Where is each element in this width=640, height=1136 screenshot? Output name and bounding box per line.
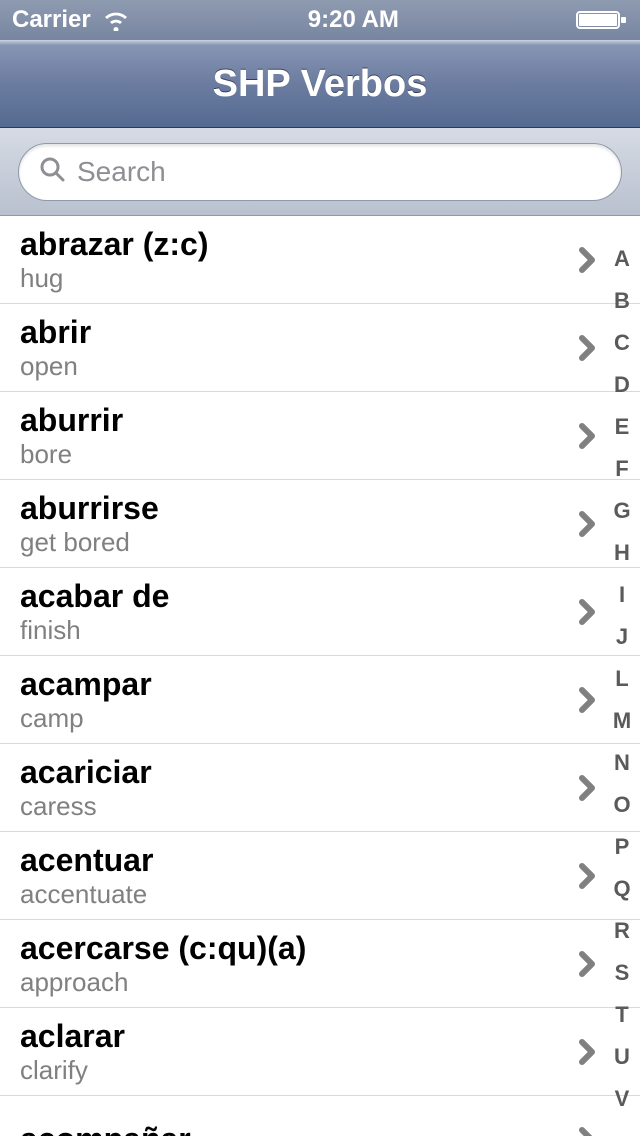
verb-title: acariciar: [20, 755, 560, 790]
verb-subtitle: clarify: [20, 1056, 560, 1085]
row-text: abriropen: [20, 315, 560, 381]
verb-subtitle: caress: [20, 792, 560, 821]
verb-subtitle: accentuate: [20, 880, 560, 909]
list-item[interactable]: acabar definish: [0, 568, 640, 656]
chevron-right-icon: [578, 422, 598, 450]
index-letter[interactable]: A: [604, 238, 640, 280]
list-item[interactable]: aburrirbore: [0, 392, 640, 480]
verb-title: acabar de: [20, 579, 560, 614]
list-item[interactable]: acariciarcaress: [0, 744, 640, 832]
chevron-right-icon: [578, 862, 598, 890]
verb-subtitle: open: [20, 352, 560, 381]
verb-subtitle: finish: [20, 616, 560, 645]
row-text: acentuaraccentuate: [20, 843, 560, 909]
verb-title: aburrir: [20, 403, 560, 438]
chevron-right-icon: [578, 246, 598, 274]
verb-subtitle: get bored: [20, 528, 560, 557]
status-right: [576, 9, 628, 31]
list-item[interactable]: acercarse (c:qu)(a)approach: [0, 920, 640, 1008]
index-letter[interactable]: J: [604, 616, 640, 658]
status-left: Carrier: [12, 6, 131, 34]
chevron-right-icon: [578, 510, 598, 538]
verb-subtitle: camp: [20, 704, 560, 733]
chevron-right-icon: [578, 334, 598, 362]
chevron-right-icon: [578, 774, 598, 802]
row-text: acabar definish: [20, 579, 560, 645]
chevron-right-icon: [578, 1038, 598, 1066]
index-letter[interactable]: F: [604, 448, 640, 490]
verb-subtitle: hug: [20, 264, 560, 293]
index-letter[interactable]: L: [604, 658, 640, 700]
row-text: acercarse (c:qu)(a)approach: [20, 931, 560, 997]
verb-title: aclarar: [20, 1019, 560, 1054]
verb-title: aburrirse: [20, 491, 560, 526]
row-text: aclararclarify: [20, 1019, 560, 1085]
row-text: aburrirseget bored: [20, 491, 560, 557]
chevron-right-icon: [578, 598, 598, 626]
section-index[interactable]: ABCDEFGHIJLMNOPQRSTUV: [604, 216, 640, 1136]
index-letter[interactable]: M: [604, 700, 640, 742]
status-time: 9:20 AM: [308, 6, 399, 34]
index-letter[interactable]: R: [604, 910, 640, 952]
verb-title: acompañar: [20, 1122, 560, 1136]
index-letter[interactable]: Q: [604, 868, 640, 910]
index-letter[interactable]: V: [604, 1078, 640, 1120]
search-input[interactable]: [77, 156, 601, 188]
index-letter[interactable]: D: [604, 364, 640, 406]
verb-title: acampar: [20, 667, 560, 702]
index-letter[interactable]: T: [604, 994, 640, 1036]
index-letter[interactable]: B: [604, 280, 640, 322]
row-text: acompañar: [20, 1122, 560, 1136]
index-letter[interactable]: E: [604, 406, 640, 448]
list-item[interactable]: aclararclarify: [0, 1008, 640, 1096]
wifi-icon: [101, 9, 131, 31]
chevron-right-icon: [578, 686, 598, 714]
list-item[interactable]: acentuaraccentuate: [0, 832, 640, 920]
index-letter[interactable]: G: [604, 490, 640, 532]
index-letter[interactable]: I: [604, 574, 640, 616]
navigation-bar: SHP Verbos: [0, 40, 640, 128]
row-text: acamparcamp: [20, 667, 560, 733]
battery-icon: [576, 9, 628, 31]
row-text: acariciarcaress: [20, 755, 560, 821]
verb-title: abrazar (z:c): [20, 227, 560, 262]
list-item[interactable]: acamparcamp: [0, 656, 640, 744]
row-text: aburrirbore: [20, 403, 560, 469]
list-item[interactable]: abrazar (z:c)hug: [0, 216, 640, 304]
verb-title: acercarse (c:qu)(a): [20, 931, 560, 966]
list-item[interactable]: abriropen: [0, 304, 640, 392]
verb-subtitle: approach: [20, 968, 560, 997]
list-item[interactable]: aburrirseget bored: [0, 480, 640, 568]
carrier-label: Carrier: [12, 6, 91, 34]
index-letter[interactable]: U: [604, 1036, 640, 1078]
search-icon: [39, 156, 65, 187]
index-letter[interactable]: C: [604, 322, 640, 364]
verb-title: abrir: [20, 315, 560, 350]
chevron-right-icon: [578, 1126, 598, 1136]
verb-subtitle: bore: [20, 440, 560, 469]
row-text: abrazar (z:c)hug: [20, 227, 560, 293]
search-bar: [0, 128, 640, 216]
index-letter[interactable]: P: [604, 826, 640, 868]
chevron-right-icon: [578, 950, 598, 978]
index-letter[interactable]: H: [604, 532, 640, 574]
index-letter[interactable]: O: [604, 784, 640, 826]
index-letter[interactable]: N: [604, 742, 640, 784]
page-title: SHP Verbos: [213, 63, 428, 106]
list-item[interactable]: acompañar: [0, 1096, 640, 1136]
search-box[interactable]: [18, 143, 622, 201]
verb-list[interactable]: abrazar (z:c)hugabriropenaburrirboreabur…: [0, 216, 640, 1136]
status-bar: Carrier 9:20 AM: [0, 0, 640, 40]
verb-title: acentuar: [20, 843, 560, 878]
index-letter[interactable]: S: [604, 952, 640, 994]
